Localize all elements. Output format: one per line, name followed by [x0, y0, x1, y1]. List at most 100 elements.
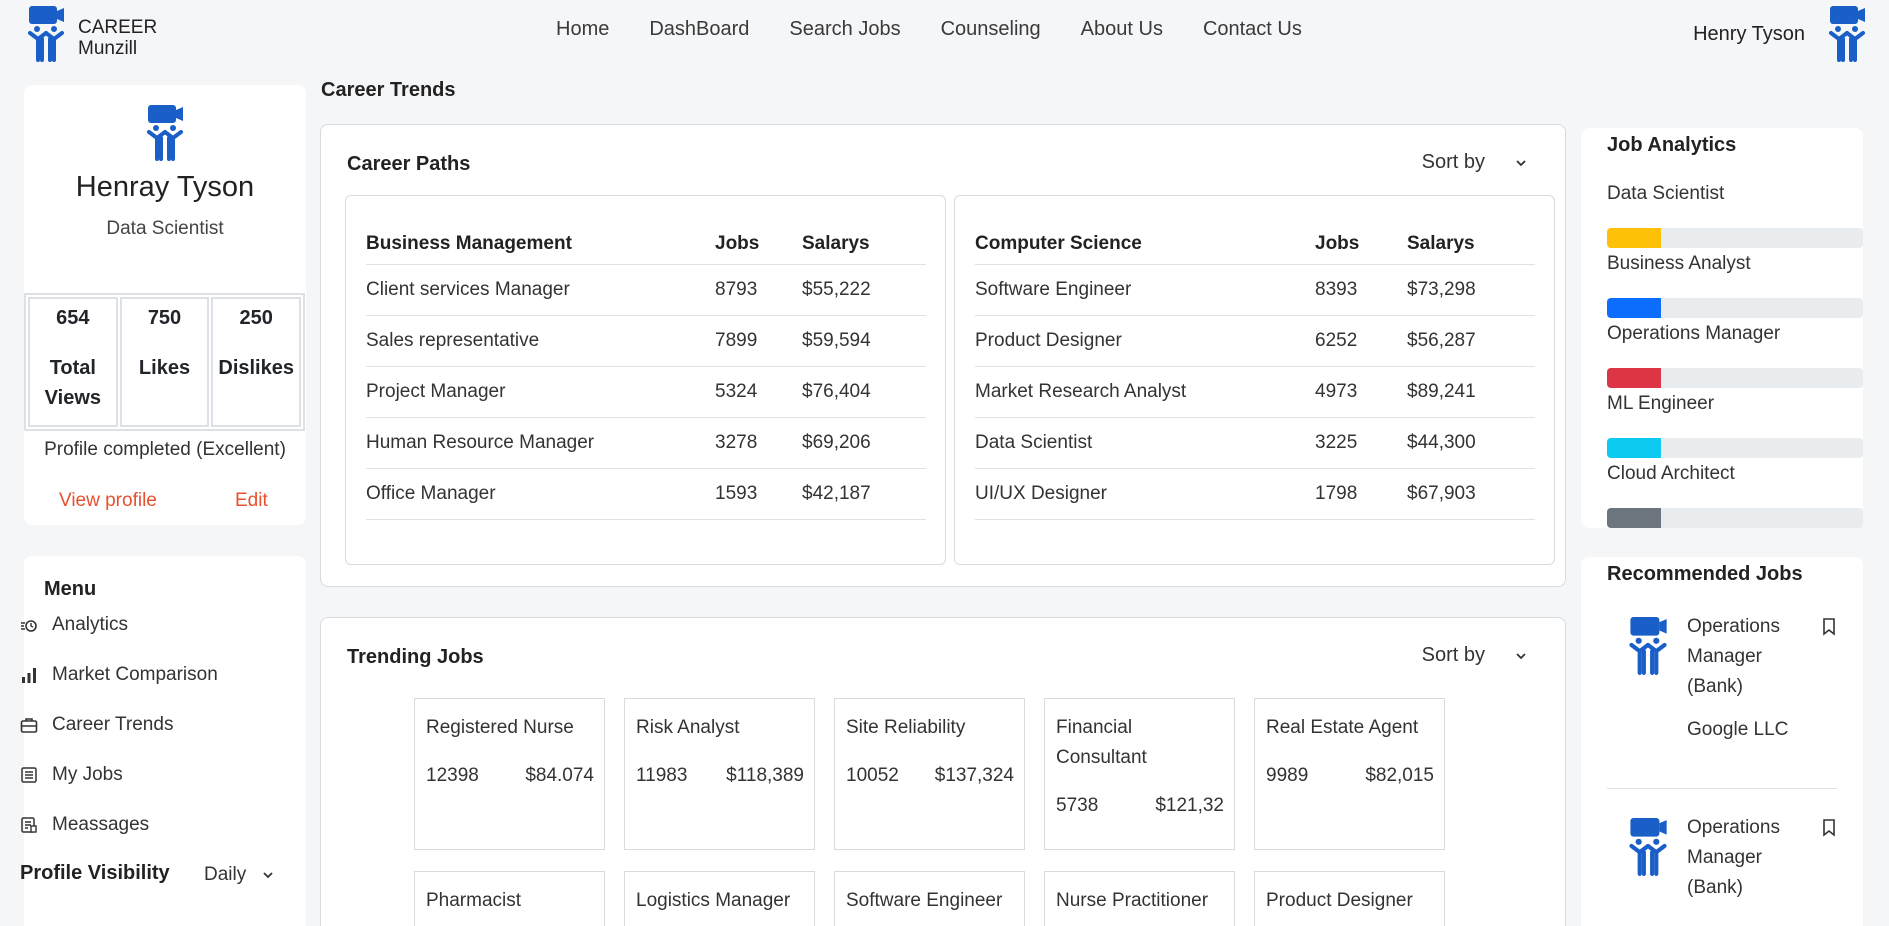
cell-jobs: 3225 [1315, 417, 1407, 469]
nav-home[interactable]: Home [556, 18, 609, 41]
cell-jobs: 1593 [715, 468, 802, 520]
cell-title: Human Resource Manager [366, 417, 715, 469]
menu-item-career-trends[interactable]: Career Trends [20, 714, 173, 736]
cell-jobs: 8793 [715, 264, 802, 316]
job-analytics-card: Job Analytics Data Scientist Business An… [1581, 128, 1863, 528]
stat-likes: 750 Likes [119, 297, 210, 427]
recommended-job-company: Google LLC [1687, 719, 1789, 740]
cell-jobs: 4973 [1315, 366, 1407, 418]
cell-jobs: 5324 [715, 366, 802, 418]
table-header: Jobs [1315, 224, 1407, 265]
trending-job-card[interactable]: Real Estate Agent 9989 $82,015 [1254, 698, 1445, 850]
stat-label: Likes [138, 357, 191, 379]
logo-icon [26, 5, 66, 63]
chevron-down-icon [1516, 652, 1526, 659]
analytics-bar [1607, 228, 1863, 248]
nav-counseling[interactable]: Counseling [941, 18, 1041, 41]
cell-salary: $89,241 [1407, 366, 1535, 418]
recommended-job-title: Operations Manager (Bank) [1687, 616, 1780, 697]
stat-dislikes: 250 Dislikes [211, 297, 302, 427]
menu-item-label: Career Trends [52, 714, 174, 735]
recommended-job-item[interactable]: Operations Manager (Bank) [1607, 813, 1837, 923]
edit-profile-link[interactable]: Edit [235, 490, 268, 512]
career-paths-card: Career Paths Sort by Business Management… [320, 124, 1566, 587]
brand-line1: CAREER [78, 17, 158, 38]
analytics-bar-fill [1607, 438, 1661, 458]
analytics-bar-fill [1607, 228, 1661, 248]
trending-jobs-title: Trending Jobs [347, 646, 484, 668]
cell-salary: $44,300 [1407, 417, 1535, 469]
computer-science-table-card: Computer Science Jobs Salarys Software E… [954, 195, 1555, 565]
trending-job-card[interactable]: Site Reliability 10052 $137,324 [834, 698, 1025, 850]
job-count: 11983 [636, 765, 688, 786]
avatar[interactable] [1827, 5, 1867, 63]
business-management-table: Business Management Jobs Salarys Client … [366, 224, 926, 520]
job-count: 10052 [846, 765, 899, 786]
sort-label: Sort by [1421, 644, 1485, 666]
trending-job-card[interactable]: Nurse Practitioner [1044, 871, 1235, 926]
visibility-value: Daily [204, 864, 247, 885]
view-profile-link[interactable]: View profile [59, 490, 157, 512]
analytics-label: Operations Manager [1607, 323, 1781, 344]
business-management-table-card: Business Management Jobs Salarys Client … [345, 195, 946, 565]
trending-jobs-sort[interactable]: Sort by [1422, 644, 1527, 667]
cell-title: Client services Manager [366, 264, 715, 316]
nav-search-jobs[interactable]: Search Jobs [789, 18, 900, 41]
user-menu[interactable]: Henry Tyson [1693, 5, 1867, 63]
main-nav: Home DashBoard Search Jobs Counseling Ab… [556, 18, 1342, 41]
analytics-label: Data Scientist [1607, 183, 1725, 204]
trending-job-card[interactable]: Software Engineer [834, 871, 1025, 926]
nav-dashboard[interactable]: DashBoard [649, 18, 749, 41]
job-salary: $118,389 [726, 765, 804, 786]
stat-label: Dislikes [218, 357, 294, 379]
bookmark-icon[interactable] [1822, 618, 1836, 636]
stat-value: 750 [147, 307, 182, 329]
menu-item-messages[interactable]: Meassages [20, 814, 149, 836]
table-row: Client services Manager 8793 $55,222 [366, 264, 926, 316]
cell-jobs: 6252 [1315, 315, 1407, 367]
job-title: Risk Analyst [636, 717, 740, 738]
analytics-label: ML Engineer [1607, 393, 1715, 414]
recommended-job-item[interactable]: Operations Manager (Bank) Google LLC [1607, 612, 1837, 772]
cell-salary: $56,287 [1407, 315, 1535, 367]
job-salary: $137,324 [934, 765, 1014, 786]
menu-item-analytics[interactable]: Analytics [20, 614, 128, 636]
cell-jobs: 7899 [715, 315, 802, 367]
menu-item-label: Meassages [52, 814, 150, 835]
cell-title: Office Manager [366, 468, 715, 520]
trending-job-card[interactable]: Pharmacist [414, 871, 605, 926]
analytics-bar [1607, 368, 1863, 388]
analytics-bar-fill [1607, 368, 1661, 388]
career-paths-sort[interactable]: Sort by [1422, 151, 1527, 174]
bar-chart-icon [22, 668, 36, 683]
message-icon [21, 817, 37, 833]
trending-job-card[interactable]: Risk Analyst 11983 $118,389 [624, 698, 815, 850]
cell-title: Product Designer [975, 315, 1315, 367]
job-title: Real Estate Agent [1266, 717, 1419, 738]
trending-job-card[interactable]: Financial Consultant 5738 $121,32 [1044, 698, 1235, 850]
profile-visibility-select[interactable]: Daily [204, 864, 274, 886]
table-row: Product Designer 6252 $56,287 [975, 315, 1535, 367]
menu-item-market-comparison[interactable]: Market Comparison [20, 664, 218, 686]
table-header-row: Computer Science Jobs Salarys [975, 224, 1535, 265]
analytics-label: Business Analyst [1607, 253, 1751, 274]
brand-name: CAREER Munzill [78, 17, 157, 59]
user-name: Henry Tyson [1693, 23, 1805, 45]
trending-job-card[interactable]: Logistics Manager [624, 871, 815, 926]
brand-logo[interactable]: CAREER Munzill [26, 5, 157, 63]
cell-title: Market Research Analyst [975, 366, 1315, 418]
cell-title: Data Scientist [975, 417, 1315, 469]
profile-role: Data Scientist [106, 218, 224, 239]
chevron-down-icon [1516, 159, 1526, 166]
trending-job-card[interactable]: Product Designer [1254, 871, 1445, 926]
job-salary: $84.074 [525, 765, 594, 786]
nav-contact-us[interactable]: Contact Us [1203, 18, 1302, 41]
job-analytics-title: Job Analytics [1607, 134, 1737, 156]
cell-salary: $69,206 [802, 417, 926, 469]
trending-job-card[interactable]: Registered Nurse 12398 $84.074 [414, 698, 605, 850]
menu-item-my-jobs[interactable]: My Jobs [20, 764, 123, 786]
nav-about-us[interactable]: About Us [1081, 18, 1163, 41]
cell-salary: $73,298 [1407, 264, 1535, 316]
bookmark-icon[interactable] [1822, 819, 1836, 837]
cell-title: Project Manager [366, 366, 715, 418]
